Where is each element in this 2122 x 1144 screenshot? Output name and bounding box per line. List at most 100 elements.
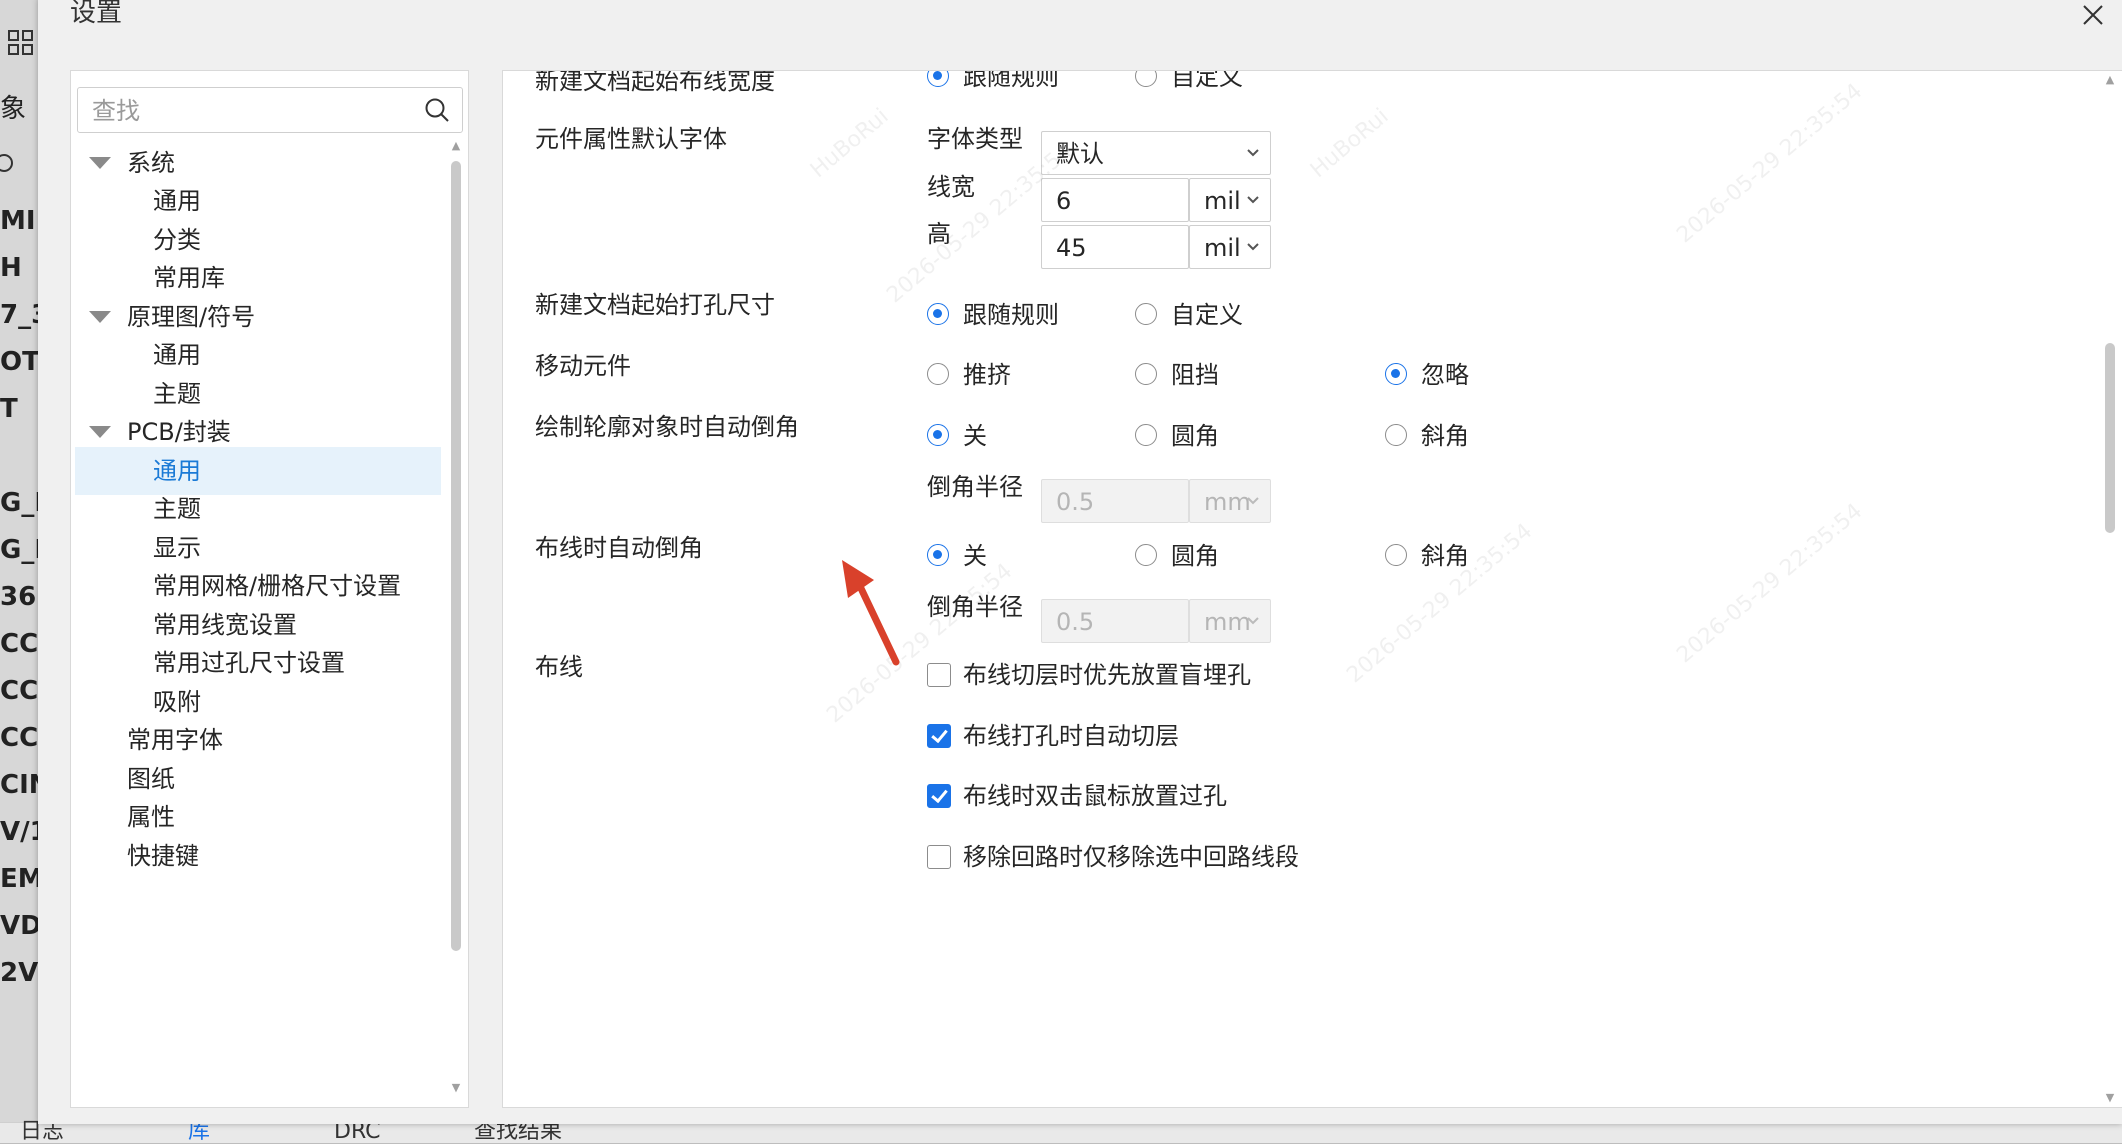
chevron-down-icon bbox=[1246, 496, 1260, 506]
tab-log[interactable]: 日志 bbox=[20, 1121, 64, 1143]
radio-icon bbox=[1135, 70, 1157, 87]
radio-icon bbox=[927, 544, 949, 566]
radio-label: 阻挡 bbox=[1171, 359, 1219, 391]
outline-chamfer-radius-input[interactable]: 0.5 bbox=[1041, 479, 1189, 523]
chevron-down-icon bbox=[1246, 242, 1260, 252]
radio-label: 忽略 bbox=[1421, 359, 1469, 391]
expand-arrow-icon[interactable] bbox=[89, 426, 111, 438]
watermark: 2026-05-29 22:35:54 bbox=[1672, 499, 1867, 668]
search-box bbox=[77, 87, 463, 133]
bg-fragment: CCC bbox=[0, 676, 40, 716]
search-icon bbox=[0, 152, 20, 178]
font-type-value: 默认 bbox=[1056, 132, 1104, 176]
bg-fragment: 象 bbox=[0, 88, 40, 128]
route-chamfer-radius-input[interactable]: 0.5 bbox=[1041, 599, 1189, 643]
settings-nav: 系统 通用 分类 常用库 原理图/符号 通用 主题 PC bbox=[70, 70, 469, 1108]
radio-icon bbox=[1135, 544, 1157, 566]
radio-label: 圆角 bbox=[1171, 420, 1219, 452]
settings-content: 新建文档起始布线宽度 跟随规则 自定义 元件属性默认字体 字体类型 默认 线宽 … bbox=[502, 70, 2122, 1108]
tab-drc[interactable]: DRC bbox=[334, 1121, 381, 1143]
font-type-label: 字体类型 bbox=[927, 119, 1023, 154]
bg-fragment: EM bbox=[0, 864, 40, 904]
route-chamfer-unit-select[interactable]: mm bbox=[1189, 599, 1271, 643]
font-type-select[interactable]: 默认 bbox=[1041, 131, 1271, 175]
radius-value: 0.5 bbox=[1056, 600, 1094, 644]
expand-arrow-icon[interactable] bbox=[89, 157, 111, 169]
radio-icon bbox=[927, 303, 949, 325]
checkbox-icon bbox=[927, 663, 951, 687]
search-icon[interactable] bbox=[424, 97, 450, 123]
scroll-thumb[interactable] bbox=[451, 161, 461, 951]
bg-fragment: VD bbox=[0, 911, 40, 951]
checkbox-icon bbox=[927, 845, 951, 869]
scroll-up-icon[interactable]: ▲ bbox=[450, 141, 462, 151]
nav-scrollbar[interactable]: ▲ ▼ bbox=[450, 141, 462, 1091]
route-chamfer-label: 布线时自动倒角 bbox=[535, 528, 703, 563]
height-unit-select[interactable]: mil bbox=[1189, 225, 1271, 269]
outline-chamfer-unit-select[interactable]: mm bbox=[1189, 479, 1271, 523]
routing-label: 布线 bbox=[535, 647, 583, 682]
radio-label: 圆角 bbox=[1171, 540, 1219, 572]
bg-fragment: 362 bbox=[0, 582, 40, 622]
chevron-down-icon bbox=[1246, 616, 1260, 626]
radio-label: 推挤 bbox=[963, 359, 1011, 391]
radio-label: 斜角 bbox=[1421, 540, 1469, 572]
bg-fragment: MI 2 bbox=[0, 206, 40, 246]
drill-size-label: 新建文档起始打孔尺寸 bbox=[535, 285, 775, 320]
bg-fragment: H bbox=[0, 253, 40, 293]
radio-icon bbox=[1385, 424, 1407, 446]
bottom-panel-tabs: 日志 库 DRC 查找结果 bbox=[0, 1122, 2122, 1143]
annotation-arrow-icon bbox=[838, 558, 908, 668]
radio-label: 自定义 bbox=[1171, 70, 1243, 93]
content-scrollbar[interactable]: ▲ ▼ bbox=[2103, 71, 2117, 1107]
checkbox-icon bbox=[927, 724, 951, 748]
settings-dialog: 设置 系统 通用 分类 常用库 bbox=[38, 0, 2122, 1124]
watermark: HuBoRui bbox=[1306, 104, 1394, 183]
tab-find-results[interactable]: 查找结果 bbox=[474, 1121, 562, 1143]
expand-arrow-icon[interactable] bbox=[89, 311, 111, 323]
search-input[interactable] bbox=[90, 94, 414, 128]
scroll-down-icon[interactable]: ▼ bbox=[2104, 1093, 2116, 1103]
outline-chamfer-label: 绘制轮廓对象时自动倒角 bbox=[535, 407, 799, 442]
unit-value: mil bbox=[1204, 226, 1241, 270]
bg-fragment: CIN bbox=[0, 770, 40, 810]
bg-fragment: CCC bbox=[0, 629, 40, 669]
radio-icon bbox=[927, 424, 949, 446]
bg-fragment: G_R bbox=[0, 488, 40, 528]
scroll-thumb[interactable] bbox=[2105, 343, 2115, 533]
watermark: 2026-05-29 22:35:54 bbox=[1672, 79, 1867, 248]
nav-item-label: 快捷键 bbox=[127, 832, 199, 880]
radio-icon bbox=[1135, 363, 1157, 385]
scroll-up-icon[interactable]: ▲ bbox=[2104, 75, 2116, 85]
checkbox-label: 布线打孔时自动切层 bbox=[963, 720, 1179, 752]
line-width-unit-select[interactable]: mil bbox=[1189, 178, 1271, 222]
chevron-down-icon bbox=[1246, 195, 1260, 205]
scroll-down-icon[interactable]: ▼ bbox=[450, 1083, 462, 1093]
radio-icon bbox=[927, 363, 949, 385]
unit-value: mil bbox=[1204, 179, 1241, 223]
radio-label: 关 bbox=[963, 540, 987, 572]
close-icon[interactable] bbox=[2078, 0, 2108, 30]
unit-value: mm bbox=[1204, 600, 1251, 644]
radio-icon bbox=[1135, 424, 1157, 446]
height-input[interactable]: 45 bbox=[1041, 225, 1189, 269]
radio-label: 跟随规则 bbox=[963, 70, 1059, 93]
bg-fragment: OT bbox=[0, 347, 40, 387]
background-app: 象 MI 2 H 7_3 OT T G_R G_F 362 CCC CCC CC… bbox=[0, 0, 40, 1143]
checkbox-label: 移除回路时仅移除选中回路线段 bbox=[963, 841, 1299, 873]
unit-value: mm bbox=[1204, 480, 1251, 524]
line-width-input[interactable]: 6 bbox=[1041, 178, 1189, 222]
radio-icon bbox=[1135, 303, 1157, 325]
default-font-label: 元件属性默认字体 bbox=[535, 119, 727, 154]
nav-item-shortcuts[interactable]: 快捷键 bbox=[75, 832, 441, 880]
radio-label: 斜角 bbox=[1421, 420, 1469, 452]
radius-value: 0.5 bbox=[1056, 480, 1094, 524]
nav-tree: 系统 通用 分类 常用库 原理图/符号 通用 主题 PC bbox=[71, 139, 441, 1099]
checkbox-icon bbox=[927, 784, 951, 808]
bg-fragment: 7_3 bbox=[0, 300, 40, 340]
dialog-title: 设置 bbox=[70, 0, 122, 29]
bg-fragment: T bbox=[0, 394, 40, 434]
checkbox-label: 布线时双击鼠标放置过孔 bbox=[963, 780, 1227, 812]
tab-library[interactable]: 库 bbox=[188, 1121, 210, 1143]
bg-fragment: CCC bbox=[0, 723, 40, 763]
